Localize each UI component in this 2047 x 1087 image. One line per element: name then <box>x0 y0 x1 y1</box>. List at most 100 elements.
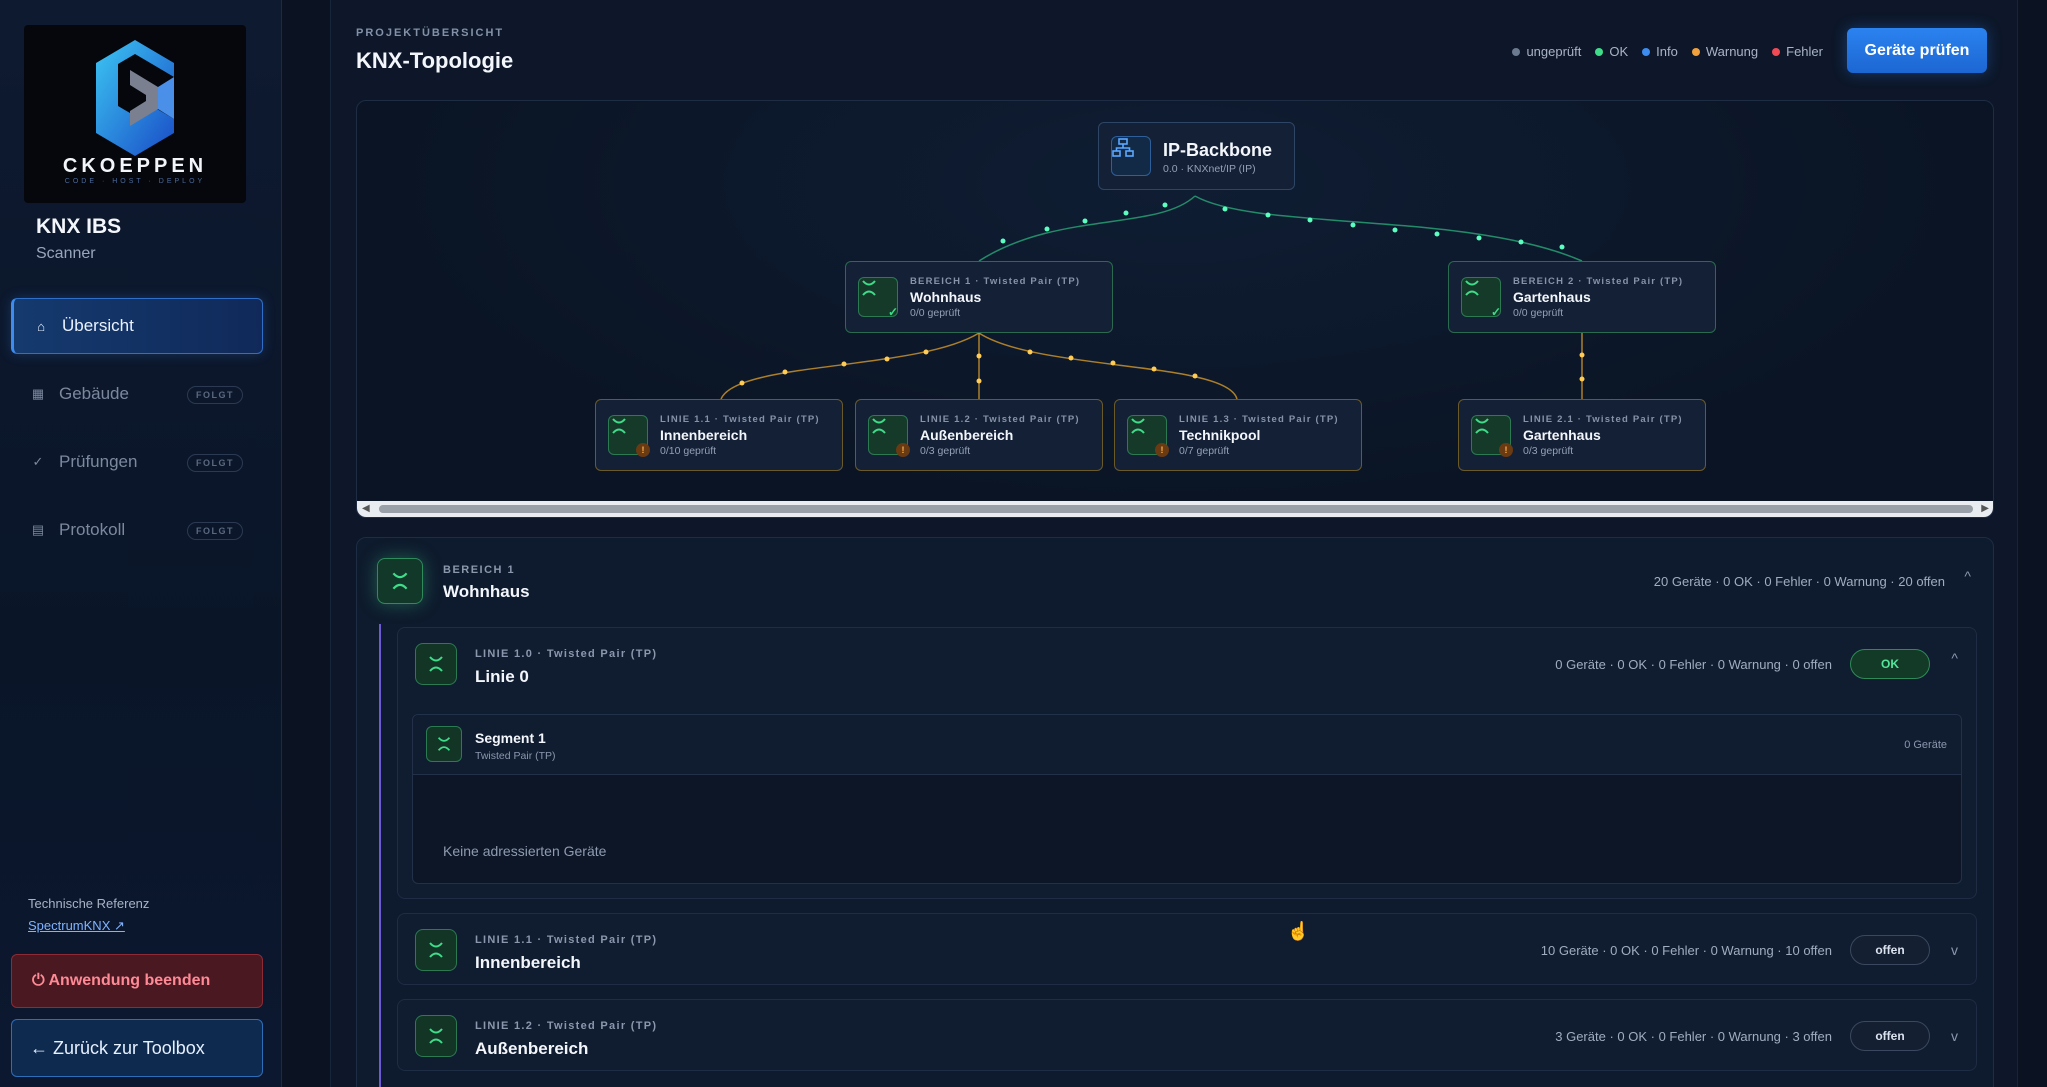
sidebar-item-label: Protokoll <box>59 520 126 539</box>
line-kicker: LINIE 1.1 · Twisted Pair (TP) <box>475 934 658 946</box>
segment-header[interactable]: Segment 1 Twisted Pair (TP) 0 Geräte <box>413 715 1961 775</box>
segment-meta: Twisted Pair (TP) <box>475 750 556 762</box>
app-title: KNX IBS <box>36 215 122 238</box>
sidebar-item-log[interactable]: ▤ Protokoll FOLGT <box>11 502 263 558</box>
warning-icon: ! <box>636 443 650 457</box>
building-icon: ▦ <box>31 386 45 401</box>
node-meta: 0/7 geprüft <box>1179 444 1230 457</box>
knx-device-icon: ✓ <box>1461 277 1502 319</box>
line-header[interactable]: LINIE 1.0 · Twisted Pair (TP) Linie 0 0 … <box>398 628 1976 700</box>
topology-node-line-1-3[interactable]: ! LINIE 1.3 · Twisted Pair (TP) Technikp… <box>1114 399 1362 471</box>
scrollbar-thumb[interactable] <box>379 505 1973 513</box>
segment-name: Segment 1 <box>475 730 546 746</box>
status-legend: ungeprüft OK Info Warnung Fehler <box>1512 44 1823 59</box>
node-meta: 0/0 geprüft <box>910 306 961 319</box>
chevron-down-icon[interactable]: v <box>1951 942 1958 958</box>
node-name: Gartenhaus <box>1523 426 1601 443</box>
chevron-up-icon[interactable]: ^ <box>1951 650 1958 666</box>
sidebar-item-overview[interactable]: ⌂ Übersicht <box>11 298 263 354</box>
page-kicker: PROJEKTÜBERSICHT <box>356 27 505 39</box>
topology-canvas[interactable]: IP-Backbone 0.0 · KNXnet/IP (IP) ✓ BEREI… <box>356 100 1994 518</box>
sidebar-item-label: Gebäude <box>59 384 129 403</box>
logo-tagline: CODE · HOST · DEPLOY <box>64 178 206 185</box>
legend-item-warning: Warnung <box>1691 44 1759 59</box>
coming-soon-badge: FOLGT <box>187 386 243 404</box>
node-name: Gartenhaus <box>1513 288 1591 305</box>
topology-node-line-1-2[interactable]: ! LINIE 1.2 · Twisted Pair (TP) Außenber… <box>855 399 1103 471</box>
page-title: KNX-Topologie <box>356 48 514 73</box>
sidebar-item-checks[interactable]: ✓ Prüfungen FOLGT <box>11 434 263 490</box>
status-dot-icon <box>1512 47 1521 56</box>
knx-device-icon: ! <box>608 415 650 457</box>
tree-connector <box>379 624 381 1087</box>
node-name: Technikpool <box>1179 426 1261 443</box>
line-name: Linie 0 <box>475 667 529 686</box>
warning-icon: ! <box>1499 443 1513 457</box>
area-kicker: BEREICH 1 <box>443 564 516 576</box>
area-panel: BEREICH 1 Wohnhaus 20 Geräte · 0 OK · 0 … <box>356 537 1994 1087</box>
knx-device-icon <box>377 558 423 604</box>
status-dot-icon <box>1772 47 1781 56</box>
ok-check-icon: ✓ <box>887 305 899 319</box>
scroll-left-icon[interactable]: ◀ <box>362 503 370 514</box>
knx-device-icon: ! <box>1471 415 1513 457</box>
topology-node-line-1-1[interactable]: ! LINIE 1.1 · Twisted Pair (TP) Innenber… <box>595 399 843 471</box>
network-icon <box>1111 136 1151 176</box>
legend-label: Warnung <box>1705 44 1759 59</box>
scroll-right-icon[interactable]: ▶ <box>1981 503 1989 514</box>
logo-wordmark: CKOEPPEN <box>62 155 208 177</box>
legend-label: Info <box>1656 44 1678 59</box>
reference-link[interactable]: SpectrumKNX ↗ <box>28 918 125 934</box>
node-kicker: LINIE 1.2 · Twisted Pair (TP) <box>920 413 1080 425</box>
knx-device-icon: ! <box>1127 415 1169 457</box>
sidebar-nav: ⌂ Übersicht ▦ Gebäude FOLGT ✓ Prüfungen … <box>11 298 263 570</box>
quit-app-button[interactable]: ⏻ Anwendung beenden <box>11 954 263 1008</box>
legend-item-info: Info <box>1642 44 1678 59</box>
back-to-toolbox-button[interactable]: ← Zurück zur Toolbox <box>11 1019 263 1077</box>
area-header[interactable]: BEREICH 1 Wohnhaus 20 Geräte · 0 OK · 0 … <box>357 538 1993 624</box>
ok-check-icon: ✓ <box>1490 305 1502 319</box>
legend-item-error: Fehler <box>1772 44 1823 59</box>
coming-soon-badge: FOLGT <box>187 522 243 540</box>
line-header[interactable]: LINIE 1.1 · Twisted Pair (TP) Innenberei… <box>398 914 1976 986</box>
warning-icon: ! <box>1155 443 1169 457</box>
area-stats: 20 Geräte · 0 OK · 0 Fehler · 0 Warnung … <box>1653 574 1945 589</box>
knx-device-icon <box>415 1015 457 1057</box>
topology-node-backbone[interactable]: IP-Backbone 0.0 · KNXnet/IP (IP) <box>1098 122 1295 190</box>
node-meta: 0/3 geprüft <box>920 444 971 457</box>
home-icon: ⌂ <box>37 318 45 334</box>
status-dot-icon <box>1642 47 1651 56</box>
sidebar-item-buildings[interactable]: ▦ Gebäude FOLGT <box>11 366 263 422</box>
node-meta: 0/10 geprüft <box>660 444 717 457</box>
chevron-up-icon[interactable]: ^ <box>1964 568 1971 584</box>
topology-node-line-2-1[interactable]: ! LINIE 2.1 · Twisted Pair (TP) Gartenha… <box>1458 399 1706 471</box>
knx-device-icon <box>415 929 457 971</box>
line-card-1-1: LINIE 1.1 · Twisted Pair (TP) Innenberei… <box>397 913 1977 985</box>
legend-label: Fehler <box>1786 44 1823 59</box>
status-badge: OK <box>1850 649 1930 679</box>
status-badge: offen <box>1850 1021 1930 1051</box>
topology-node-area-1[interactable]: ✓ BEREICH 1 · Twisted Pair (TP) Wohnhaus… <box>845 261 1113 333</box>
node-name: IP-Backbone <box>1163 139 1273 160</box>
horizontal-scrollbar[interactable]: ◀ ▶ <box>357 501 1993 517</box>
sidebar-item-label: Übersicht <box>62 316 134 335</box>
node-name: Außenbereich <box>920 426 1014 443</box>
line-kicker: LINIE 1.0 · Twisted Pair (TP) <box>475 648 658 660</box>
area-name: Wohnhaus <box>443 582 530 601</box>
empty-state-text: Keine adressierten Geräte <box>443 843 607 859</box>
knx-device-icon <box>426 726 462 762</box>
chevron-down-icon[interactable]: v <box>1951 1028 1958 1044</box>
line-name: Innenbereich <box>475 953 581 972</box>
topology-node-area-2[interactable]: ✓ BEREICH 2 · Twisted Pair (TP) Gartenha… <box>1448 261 1716 333</box>
check-devices-button[interactable]: Geräte prüfen <box>1847 28 1987 73</box>
segment-card: Segment 1 Twisted Pair (TP) 0 Geräte Kei… <box>412 714 1962 884</box>
app-subtitle: Scanner <box>36 245 96 262</box>
mouse-cursor-icon: ☝ <box>1287 921 1310 941</box>
line-header[interactable]: LINIE 1.2 · Twisted Pair (TP) Außenberei… <box>398 1000 1976 1072</box>
status-dot-icon <box>1691 47 1700 56</box>
line-kicker: LINIE 1.2 · Twisted Pair (TP) <box>475 1020 658 1032</box>
node-meta: 0/3 geprüft <box>1523 444 1574 457</box>
node-kicker: LINIE 1.1 · Twisted Pair (TP) <box>660 413 820 425</box>
check-icon: ✓ <box>32 454 44 469</box>
node-name: Innenbereich <box>660 426 748 443</box>
